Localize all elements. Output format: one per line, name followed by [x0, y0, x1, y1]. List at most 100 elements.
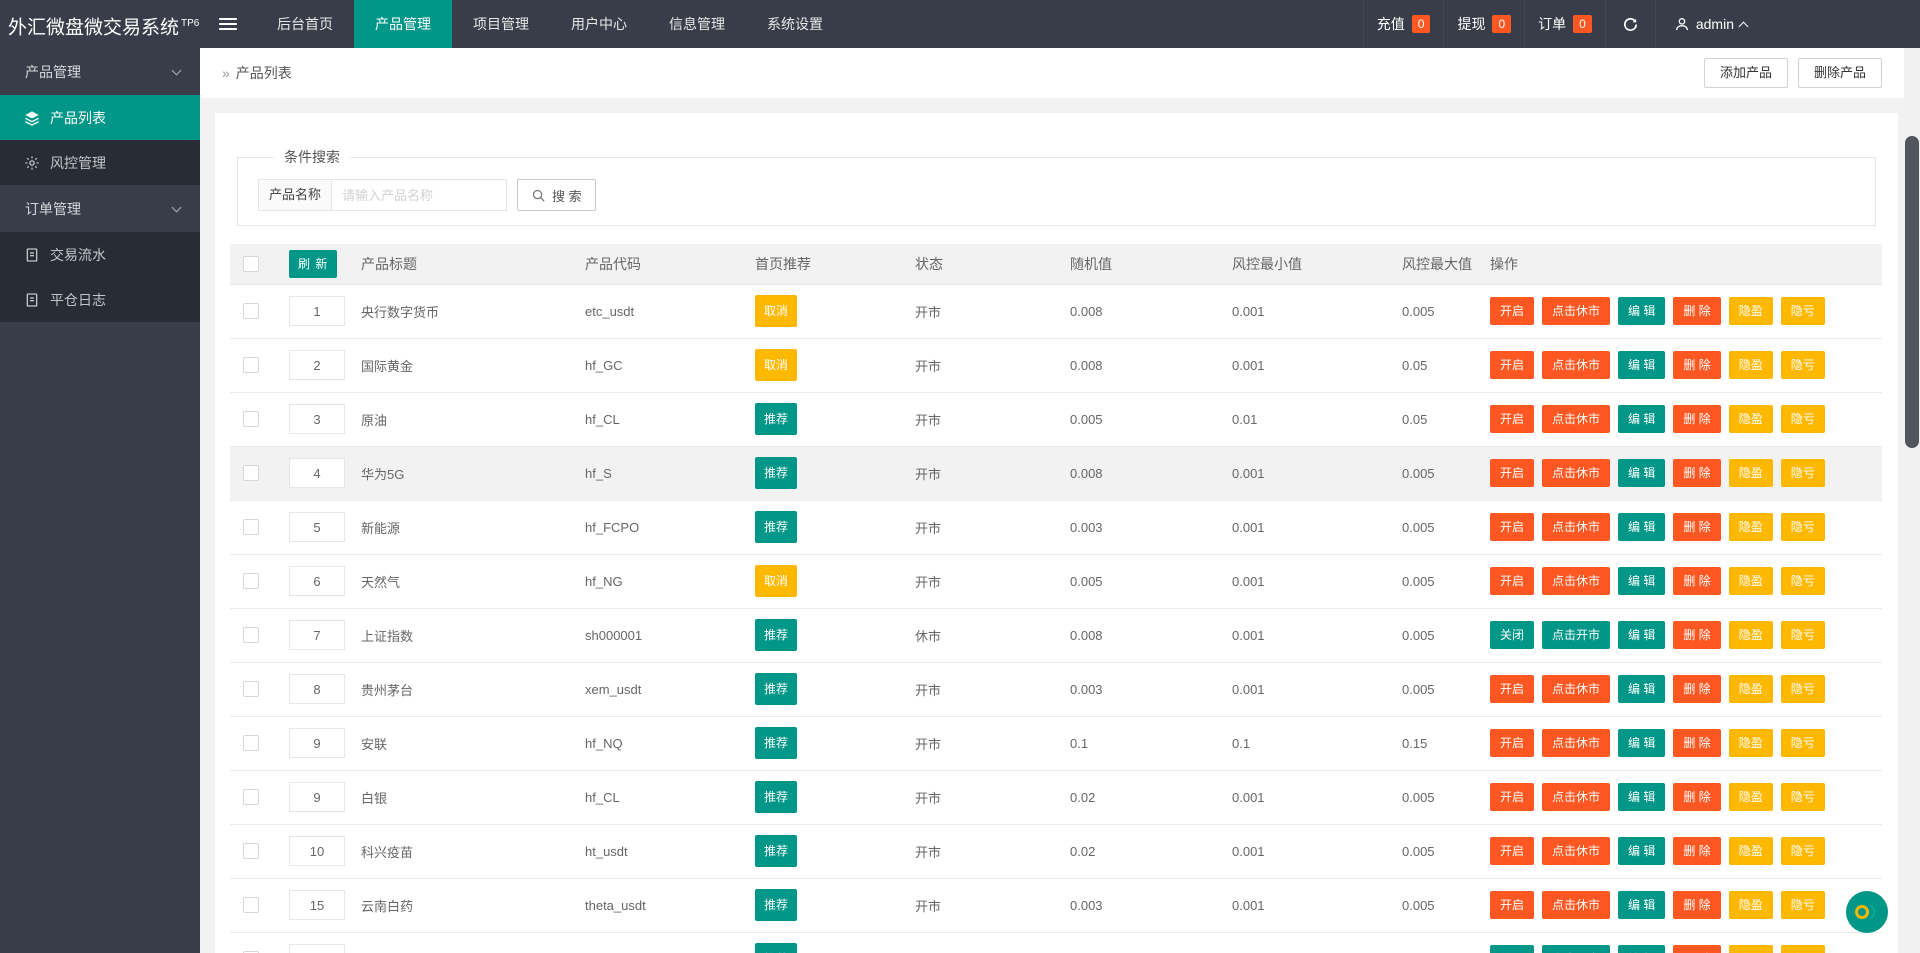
- hide-profit-button[interactable]: 隐盈: [1729, 567, 1773, 595]
- hide-profit-button[interactable]: 隐盈: [1729, 945, 1773, 953]
- hide-profit-button[interactable]: 隐盈: [1729, 351, 1773, 379]
- hide-profit-button[interactable]: 隐盈: [1729, 891, 1773, 919]
- row-id-input[interactable]: [289, 890, 345, 920]
- row-checkbox[interactable]: [243, 897, 259, 913]
- top-menu-item-系统设置[interactable]: 系统设置: [746, 0, 844, 48]
- hide-loss-button[interactable]: 隐亏: [1781, 675, 1825, 703]
- hide-loss-button[interactable]: 隐亏: [1781, 513, 1825, 541]
- delete-button[interactable]: 删 除: [1673, 945, 1720, 953]
- hide-loss-button[interactable]: 隐亏: [1781, 567, 1825, 595]
- edit-button[interactable]: 编 辑: [1618, 783, 1665, 811]
- recommend-badge[interactable]: 取消: [755, 349, 797, 381]
- quick-counter-订单[interactable]: 订单0: [1524, 0, 1605, 48]
- recommend-badge[interactable]: 取消: [755, 565, 797, 597]
- refresh-icon[interactable]: [1605, 0, 1655, 48]
- hide-loss-button[interactable]: 隐亏: [1781, 891, 1825, 919]
- recommend-badge[interactable]: 推荐: [755, 619, 797, 651]
- vertical-scrollbar[interactable]: [1904, 48, 1920, 953]
- hide-loss-button[interactable]: 隐亏: [1781, 729, 1825, 757]
- delete-button[interactable]: 删 除: [1673, 567, 1720, 595]
- row-checkbox[interactable]: [243, 735, 259, 751]
- row-id-input[interactable]: [289, 458, 345, 488]
- row-checkbox[interactable]: [243, 843, 259, 859]
- hide-profit-button[interactable]: 隐盈: [1729, 459, 1773, 487]
- edit-button[interactable]: 编 辑: [1618, 297, 1665, 325]
- toggle-market-button[interactable]: 点击休市: [1542, 351, 1610, 379]
- hide-profit-button[interactable]: 隐盈: [1729, 621, 1773, 649]
- recommend-badge[interactable]: 推荐: [755, 511, 797, 543]
- edit-button[interactable]: 编 辑: [1618, 351, 1665, 379]
- hide-loss-button[interactable]: 隐亏: [1781, 783, 1825, 811]
- floating-audio-widget[interactable]: [1845, 890, 1889, 934]
- row-checkbox[interactable]: [243, 303, 259, 319]
- hide-profit-button[interactable]: 隐盈: [1729, 405, 1773, 433]
- recommend-badge[interactable]: 推荐: [755, 673, 797, 705]
- sidebar-group-订单管理[interactable]: 订单管理: [0, 185, 200, 232]
- toggle-enable-button[interactable]: 开启: [1490, 729, 1534, 757]
- toggle-market-button[interactable]: 点击休市: [1542, 675, 1610, 703]
- hide-loss-button[interactable]: 隐亏: [1781, 945, 1825, 953]
- row-id-input[interactable]: [289, 620, 345, 650]
- top-menu-item-产品管理[interactable]: 产品管理: [354, 0, 452, 48]
- recommend-badge[interactable]: 推荐: [755, 835, 797, 867]
- hide-loss-button[interactable]: 隐亏: [1781, 459, 1825, 487]
- toggle-enable-button[interactable]: 开启: [1490, 675, 1534, 703]
- sidebar-item-产品列表[interactable]: 产品列表: [0, 95, 200, 140]
- recommend-badge[interactable]: 推荐: [755, 889, 797, 921]
- row-id-input[interactable]: [289, 296, 345, 326]
- hide-profit-button[interactable]: 隐盈: [1729, 675, 1773, 703]
- row-id-input[interactable]: [289, 674, 345, 704]
- edit-button[interactable]: 编 辑: [1618, 891, 1665, 919]
- row-id-input[interactable]: [289, 728, 345, 758]
- hide-profit-button[interactable]: 隐盈: [1729, 729, 1773, 757]
- hamburger-icon[interactable]: [200, 0, 256, 48]
- sidebar-item-平仓日志[interactable]: 平仓日志: [0, 277, 200, 322]
- delete-button[interactable]: 删 除: [1673, 405, 1720, 433]
- top-menu-item-信息管理[interactable]: 信息管理: [648, 0, 746, 48]
- toggle-market-button[interactable]: 点击休市: [1542, 567, 1610, 595]
- row-checkbox[interactable]: [243, 627, 259, 643]
- hide-loss-button[interactable]: 隐亏: [1781, 351, 1825, 379]
- row-id-input[interactable]: [289, 782, 345, 812]
- toggle-market-button[interactable]: 点击开市: [1542, 945, 1610, 953]
- sidebar-item-交易流水[interactable]: 交易流水: [0, 232, 200, 277]
- row-id-input[interactable]: [289, 944, 345, 953]
- hide-loss-button[interactable]: 隐亏: [1781, 621, 1825, 649]
- toggle-enable-button[interactable]: 关闭: [1490, 945, 1534, 953]
- delete-button[interactable]: 删 除: [1673, 351, 1720, 379]
- recommend-badge[interactable]: 推荐: [755, 781, 797, 813]
- hide-profit-button[interactable]: 隐盈: [1729, 513, 1773, 541]
- recommend-badge[interactable]: 推荐: [755, 727, 797, 759]
- delete-button[interactable]: 删 除: [1673, 891, 1720, 919]
- toggle-enable-button[interactable]: 开启: [1490, 351, 1534, 379]
- toggle-market-button[interactable]: 点击休市: [1542, 297, 1610, 325]
- toggle-enable-button[interactable]: 开启: [1490, 459, 1534, 487]
- toggle-enable-button[interactable]: 开启: [1490, 513, 1534, 541]
- toggle-market-button[interactable]: 点击休市: [1542, 459, 1610, 487]
- sidebar-item-风控管理[interactable]: 风控管理: [0, 140, 200, 185]
- edit-button[interactable]: 编 辑: [1618, 513, 1665, 541]
- row-checkbox[interactable]: [243, 519, 259, 535]
- row-id-input[interactable]: [289, 566, 345, 596]
- recommend-badge[interactable]: 推荐: [755, 403, 797, 435]
- search-button[interactable]: 搜 索: [517, 179, 596, 211]
- toggle-market-button[interactable]: 点击休市: [1542, 837, 1610, 865]
- recommend-badge[interactable]: 推荐: [755, 943, 797, 953]
- toggle-enable-button[interactable]: 开启: [1490, 837, 1534, 865]
- row-checkbox[interactable]: [243, 465, 259, 481]
- toggle-enable-button[interactable]: 开启: [1490, 405, 1534, 433]
- edit-button[interactable]: 编 辑: [1618, 621, 1665, 649]
- hide-profit-button[interactable]: 隐盈: [1729, 783, 1773, 811]
- row-id-input[interactable]: [289, 836, 345, 866]
- edit-button[interactable]: 编 辑: [1618, 459, 1665, 487]
- quick-counter-充值[interactable]: 充值0: [1363, 0, 1444, 48]
- row-id-input[interactable]: [289, 350, 345, 380]
- row-checkbox[interactable]: [243, 681, 259, 697]
- delete-button[interactable]: 删 除: [1673, 297, 1720, 325]
- top-menu-item-后台首页[interactable]: 后台首页: [256, 0, 354, 48]
- toggle-enable-button[interactable]: 开启: [1490, 783, 1534, 811]
- top-menu-item-项目管理[interactable]: 项目管理: [452, 0, 550, 48]
- delete-button[interactable]: 删 除: [1673, 621, 1720, 649]
- edit-button[interactable]: 编 辑: [1618, 729, 1665, 757]
- toggle-market-button[interactable]: 点击休市: [1542, 891, 1610, 919]
